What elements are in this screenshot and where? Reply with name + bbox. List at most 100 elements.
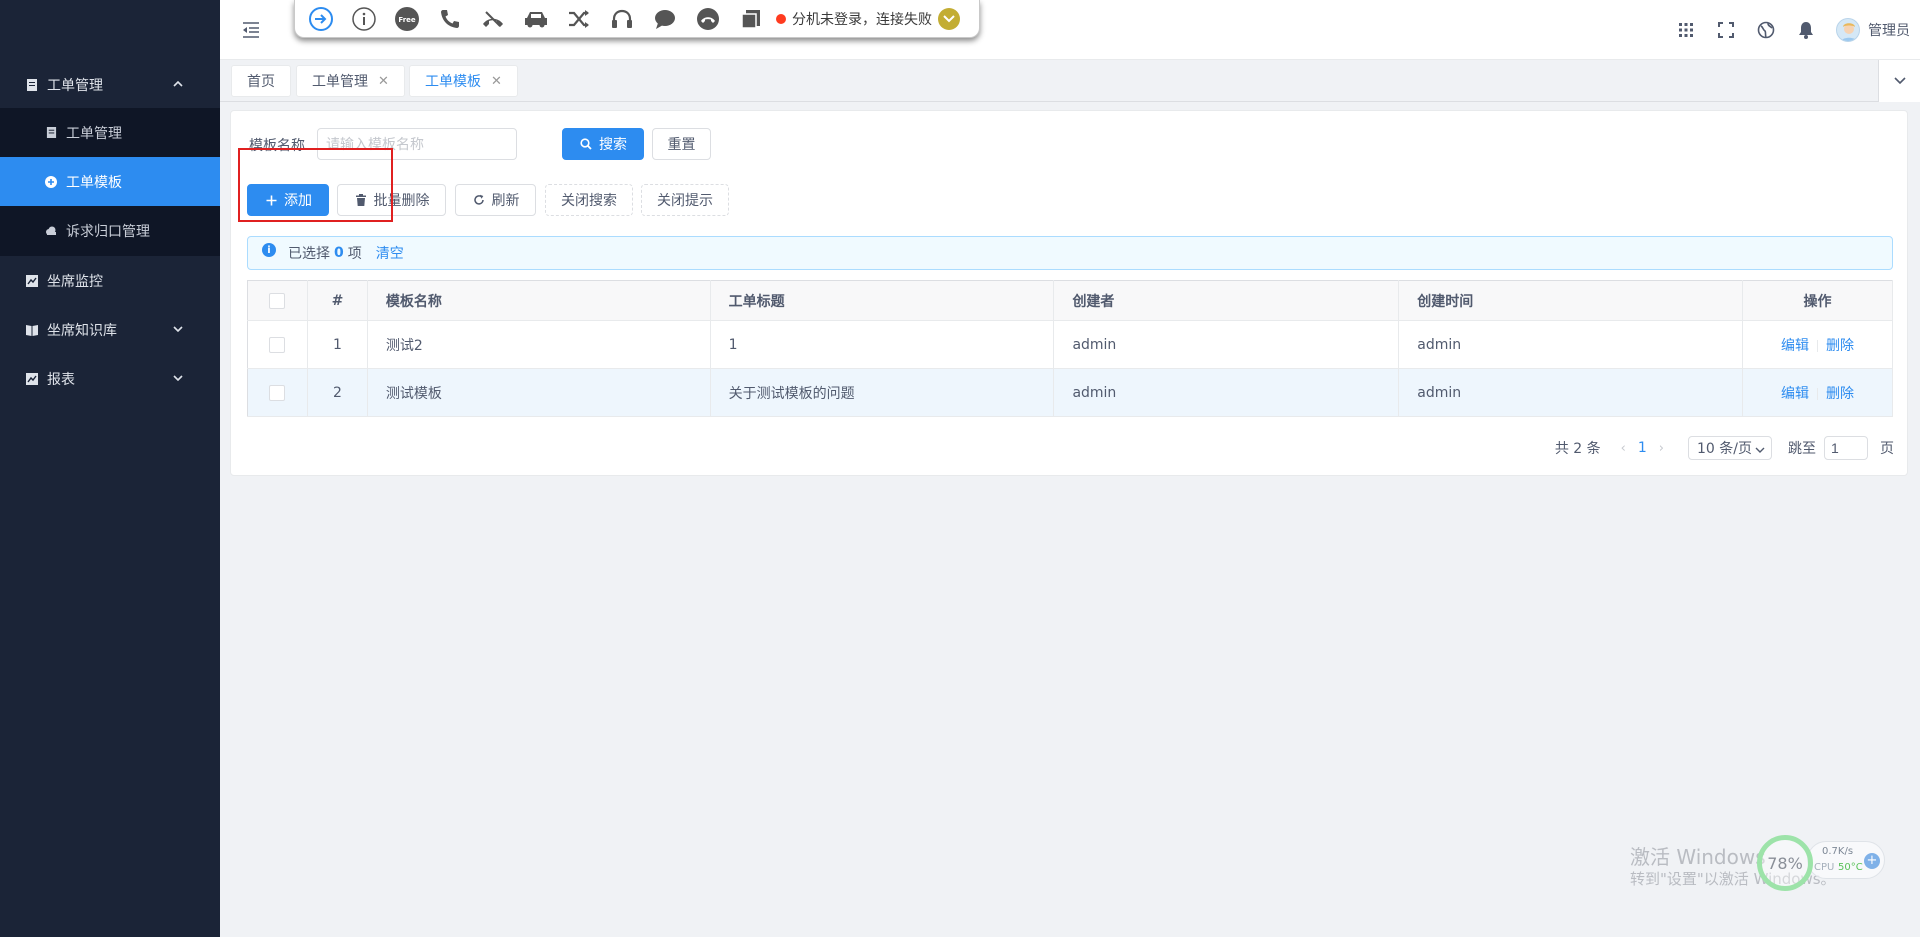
fullscreen-icon[interactable] [1716, 20, 1736, 40]
tab-label: 首页 [247, 74, 275, 90]
action-divider [1817, 339, 1819, 352]
document-icon [25, 78, 39, 92]
column-header-name: 模板名称 [367, 280, 711, 321]
close-tip-label: 关闭提示 [657, 193, 713, 209]
reset-button-label: 重置 [667, 137, 696, 153]
search-icon [579, 137, 593, 151]
menu-collapse-icon[interactable] [240, 19, 262, 41]
shuffle-icon[interactable] [565, 5, 593, 33]
plus-icon[interactable]: + [1864, 853, 1880, 869]
apps-grid-icon[interactable] [1676, 20, 1696, 40]
sidebar-item-workorder-manage[interactable]: 工单管理 [0, 108, 220, 157]
close-search-button[interactable]: 关闭搜索 [545, 184, 633, 216]
row-created-time: admin [1398, 368, 1744, 417]
tab-home[interactable]: 首页 [231, 65, 291, 97]
hangup-icon[interactable] [479, 5, 507, 33]
memory-usage-percent: 78% [1767, 853, 1803, 873]
sidebar-item-label: 工单管理 [47, 77, 103, 94]
close-tip-button[interactable]: 关闭提示 [641, 184, 729, 216]
edit-link[interactable]: 编辑 [1781, 338, 1809, 354]
chevron-down-icon [1893, 73, 1906, 89]
plus-circle-icon [44, 175, 58, 189]
annotation-highlight-box [238, 148, 393, 222]
reset-button[interactable]: 重置 [652, 128, 711, 160]
info-icon[interactable] [350, 5, 378, 33]
login-icon[interactable] [307, 5, 335, 33]
cpu-temperature: 50°C [1838, 862, 1863, 873]
selected-count: 0 [334, 245, 344, 261]
avatar[interactable] [1836, 18, 1860, 42]
clear-selection-link[interactable]: 清空 [376, 243, 404, 263]
tabs-menu-dropdown[interactable] [1878, 60, 1920, 102]
tab-label: 工单管理 [312, 74, 368, 90]
bell-icon[interactable] [1796, 20, 1816, 40]
row-checkbox[interactable] [269, 384, 286, 401]
chevron-down-icon [170, 321, 186, 337]
row-checkbox[interactable] [269, 336, 286, 353]
row-workorder-title: 1 [710, 320, 1055, 369]
close-icon[interactable]: ✕ [378, 74, 389, 89]
sidebar-item-label: 报表 [47, 371, 75, 388]
phone-icon[interactable] [436, 5, 464, 33]
delete-link[interactable]: 删除 [1826, 386, 1854, 402]
pagination: 共 2 条 ‹ 1 › 10 条/页 跳至 页 [1555, 436, 1894, 460]
alert-prefix: 已选择 [288, 246, 330, 262]
search-button-label: 搜索 [599, 137, 627, 153]
row-created-time: admin [1398, 320, 1744, 369]
select-all-checkbox[interactable] [269, 292, 286, 309]
row-actions: 编辑 删除 [1742, 320, 1893, 369]
free-icon[interactable]: Free [393, 5, 421, 33]
document-icon [44, 126, 58, 140]
row-template-name: 测试模板 [367, 368, 711, 417]
row-index: 2 [307, 368, 368, 417]
tab-workorder-template[interactable]: 工单模板 ✕ [409, 65, 518, 97]
sidebar-item-label: 诉求归口管理 [66, 223, 150, 240]
sidebar-item-reports[interactable]: 报表 [0, 354, 220, 403]
extension-status-text: 分机未登录，连接失败 [792, 11, 932, 28]
sidebar-item-workorder-group[interactable]: 工单管理 [0, 60, 220, 109]
chat-icon[interactable] [651, 5, 679, 33]
globe-icon[interactable] [1756, 20, 1776, 40]
refresh-label: 刷新 [491, 193, 520, 209]
tab-workorder-manage[interactable]: 工单管理 ✕ [296, 65, 405, 97]
close-search-label: 关闭搜索 [561, 193, 617, 209]
refresh-button[interactable]: 刷新 [455, 184, 536, 216]
sidebar-item-appeal-manage[interactable]: 诉求归口管理 [0, 206, 220, 255]
monitor-pill: 0.7K/s CPU 50°C + [1807, 841, 1885, 879]
system-monitor-widget[interactable]: 0.7K/s CPU 50°C + 78% [1757, 835, 1885, 891]
page-size-select[interactable]: 10 条/页 [1688, 436, 1772, 460]
car-icon[interactable] [522, 5, 550, 33]
row-actions: 编辑 删除 [1742, 368, 1893, 417]
column-header-created-time: 创建时间 [1398, 280, 1744, 321]
sidebar-item-seat-monitor[interactable]: 坐席监控 [0, 256, 220, 305]
next-page-icon[interactable]: › [1659, 441, 1664, 456]
page-tabs-bar: 首页 工单管理 ✕ 工单模板 ✕ [220, 60, 1920, 102]
select-all-cell [247, 280, 308, 321]
chevron-down-icon[interactable] [938, 7, 960, 30]
cpu-label: CPU [1814, 862, 1835, 873]
chevron-down-icon [170, 370, 186, 386]
sidebar-item-knowledge-base[interactable]: 坐席知识库 [0, 305, 220, 354]
status-indicator [776, 13, 786, 24]
delete-link[interactable]: 删除 [1826, 338, 1854, 354]
free-badge-text: Free [398, 16, 416, 24]
close-icon[interactable]: ✕ [491, 74, 502, 89]
sidebar-item-workorder-template[interactable]: 工单模板 [0, 157, 220, 206]
row-workorder-title: 关于测试模板的问题 [710, 368, 1055, 417]
chart-icon [25, 372, 39, 386]
selection-alert: i 已选择 0 项 清空 [247, 236, 1893, 270]
username[interactable]: 管理员 [1868, 20, 1910, 40]
chevron-up-icon [170, 76, 186, 92]
page-number[interactable]: 1 [1638, 440, 1647, 456]
row-template-name: 测试2 [367, 320, 711, 369]
search-button[interactable]: 搜索 [562, 128, 644, 160]
table-header-row: # 模板名称 工单标题 创建者 创建时间 操作 [247, 280, 1893, 321]
sidebar-item-label: 工单管理 [66, 125, 122, 142]
copy-icon[interactable] [737, 5, 765, 33]
end-call-icon[interactable] [694, 5, 722, 33]
prev-page-icon[interactable]: ‹ [1621, 441, 1626, 456]
headset-icon[interactable] [608, 5, 636, 33]
top-header: Free 分机未登录，连接失败 管理员 [220, 0, 1920, 60]
edit-link[interactable]: 编辑 [1781, 386, 1809, 402]
jump-page-input[interactable] [1824, 436, 1868, 460]
